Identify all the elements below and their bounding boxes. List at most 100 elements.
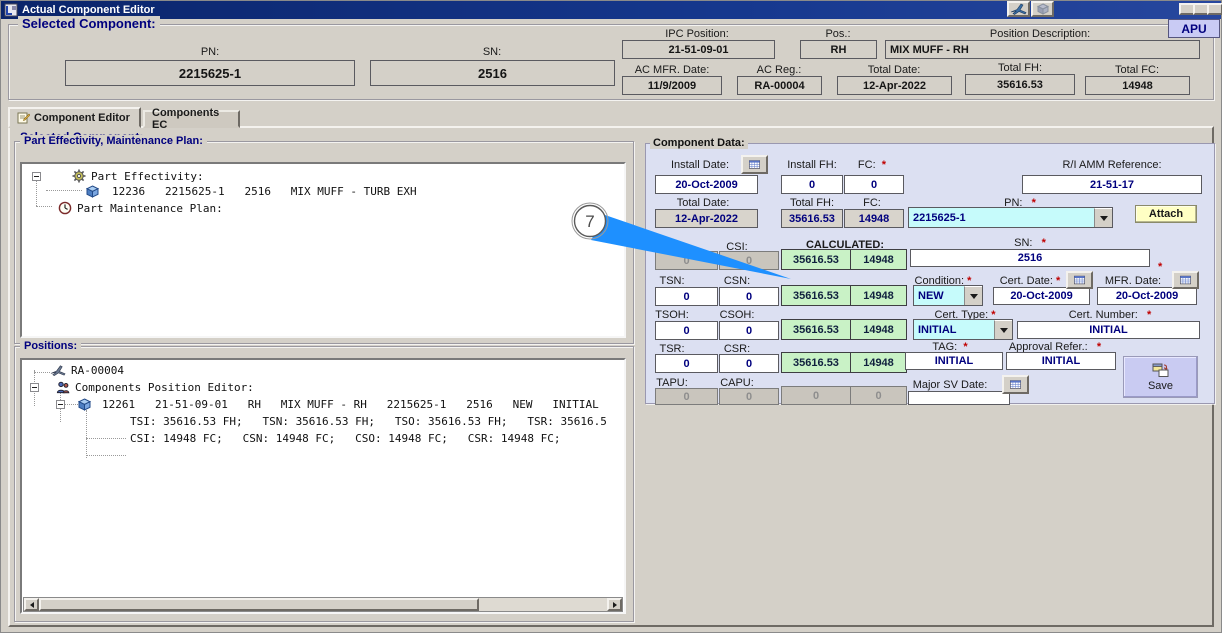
tree-node-maintenance-plan[interactable]: Part Maintenance Plan: [58, 201, 223, 215]
cd-total-fc-label: FC: [863, 197, 881, 209]
tree-node-label: CSI: 14948 FC; CSN: 14948 FC; CSO: 14948… [130, 432, 561, 445]
calendar-icon[interactable] [741, 155, 768, 174]
tag-input[interactable]: INITIAL [905, 352, 1003, 370]
tree-node-part-effectivity[interactable]: Part Effectivity: [32, 169, 204, 183]
install-date-input[interactable]: 20-Oct-2009 [655, 175, 758, 194]
capu-value: 0 [719, 388, 779, 405]
positions-horizontal-scrollbar[interactable] [23, 597, 623, 612]
collapse-icon[interactable] [32, 171, 41, 181]
total-fh-value: 35616.53 [965, 74, 1075, 95]
tsoh-input[interactable]: 0 [655, 321, 718, 340]
apu-badge[interactable]: APU [1168, 19, 1220, 38]
cert-number-input[interactable]: INITIAL [1017, 321, 1200, 339]
save-icon [1152, 363, 1170, 378]
attach-button[interactable]: Attach [1135, 205, 1197, 223]
condition-combo[interactable]: NEW [913, 285, 983, 306]
ipc-position-label: IPC Position: [665, 28, 729, 40]
total-fh-label: Total FH: [997, 62, 1043, 74]
cd-sn-label: SN: * [1014, 237, 1046, 249]
tsn-input[interactable]: 0 [655, 287, 718, 306]
collapse-icon[interactable] [56, 400, 65, 409]
calendar-icon[interactable] [1002, 375, 1029, 394]
install-fc-label: FC: * [857, 159, 887, 171]
pn-combo[interactable]: 2215625-1 [908, 207, 1113, 228]
csn-input[interactable]: 0 [719, 287, 779, 306]
cert-number-label: Cert. Number: * [1068, 309, 1152, 321]
tree-node-position-editor[interactable]: Components Position Editor: [30, 381, 254, 394]
install-fc-input[interactable]: 0 [844, 175, 904, 194]
tree-node-aircraft[interactable]: RA-00004 [50, 364, 124, 377]
component-box-icon[interactable] [1031, 1, 1054, 17]
pn-value: 2215625-1 [65, 60, 355, 86]
tab-label: Component Editor [34, 111, 130, 124]
calendar-icon[interactable] [1066, 271, 1093, 289]
tree-node-part-item[interactable]: 12236 2215625-1 2516 MIX MUFF - TURB EXH [86, 185, 417, 198]
chevron-down-icon[interactable] [1094, 208, 1112, 227]
ipc-position-value: 21-51-09-01 [622, 40, 775, 59]
cube-icon [86, 185, 99, 198]
cert-date-label: Cert. Date: * [999, 275, 1061, 287]
cert-date-input[interactable]: 20-Oct-2009 [993, 287, 1090, 305]
install-fh-label: Install FH: [787, 159, 837, 171]
total-date-label: Total Date: [867, 64, 921, 76]
ac-reg-label: AC Reg.: [756, 64, 802, 76]
cd-total-fh-label: Total FH: [789, 197, 835, 209]
install-fh-input[interactable]: 0 [781, 175, 843, 194]
pos-label: Pos.: [825, 28, 851, 40]
gear-icon [72, 169, 86, 183]
ri-amm-reference-input[interactable]: 21-51-17 [1022, 175, 1202, 194]
scroll-right-icon[interactable] [607, 598, 622, 611]
app-icon [4, 3, 18, 17]
part-plan-tree: Part Effectivity: 12236 2215625-1 2516 M… [20, 162, 626, 338]
tree-node-label: 12236 2215625-1 2516 MIX MUFF - TURB EXH [112, 185, 417, 198]
part-plan-group-title: Part Effectivity, Maintenance Plan: [20, 135, 207, 147]
pos-value: RH [800, 40, 877, 59]
position-description-value: MIX MUFF - RH [885, 40, 1200, 59]
csoh-input[interactable]: 0 [719, 321, 779, 340]
scroll-left-icon[interactable] [24, 598, 39, 611]
chevron-down-icon[interactable] [964, 286, 982, 305]
total-date-value: 12-Apr-2022 [837, 76, 952, 95]
window-title: Actual Component Editor [22, 4, 155, 16]
major-sv-date-label: Major SV Date: [912, 379, 988, 391]
positions-tree: RA-00004 Components Position Editor: 122… [20, 358, 626, 614]
major-sv-date-input[interactable] [908, 391, 1010, 405]
mfr-date-input[interactable]: 20-Oct-2009 [1097, 287, 1197, 305]
install-date-label: Install Date: [670, 159, 730, 171]
csr-input[interactable]: 0 [719, 354, 779, 373]
collapse-icon[interactable] [30, 383, 39, 392]
component-data-title: Component Data: [650, 137, 748, 149]
tree-node-label: Part Effectivity: [91, 169, 204, 183]
tab-component-editor[interactable]: Component Editor [8, 107, 141, 128]
edit-note-icon [17, 111, 30, 124]
sn-value: 2516 [370, 60, 615, 86]
pn-label: PN: [200, 46, 220, 58]
cert-type-combo[interactable]: INITIAL [913, 319, 1013, 340]
save-button[interactable]: Save [1123, 356, 1198, 398]
csoh-label: CSOH: [719, 309, 755, 321]
tsi-value: 0 [655, 251, 718, 270]
cd-sn-input[interactable]: 2516 [910, 249, 1150, 267]
positions-group-title: Positions: [20, 340, 82, 352]
tree-node-times-fc[interactable]: CSI: 14948 FC; CSN: 14948 FC; CSO: 14948… [130, 432, 560, 445]
tsr-input[interactable]: 0 [655, 354, 718, 373]
tree-node-label: TSI: 35616.53 FH; TSN: 35616.53 FH; TSO:… [130, 415, 607, 428]
cd-total-fc-value: 14948 [844, 209, 904, 228]
close-icon[interactable] [1207, 3, 1222, 15]
mfr-date-label: MFR. Date: [1104, 275, 1162, 287]
tab-components-ec[interactable]: Components EC [143, 107, 240, 131]
tree-node-times-fh[interactable]: TSI: 35616.53 FH; TSN: 35616.53 FH; TSO:… [130, 415, 607, 428]
scrollbar-thumb[interactable] [39, 598, 479, 611]
tsn-label: TSN: [659, 275, 685, 287]
tapu-value: 0 [655, 388, 718, 405]
tree-node-component-position[interactable]: 12261 21-51-09-01 RH MIX MUFF - RH 22156… [56, 398, 599, 411]
ri-amm-reference-label: R/I AMM Reference: [1062, 159, 1162, 171]
tree-node-label: Components Position Editor: [75, 381, 254, 394]
total-fc-value: 14948 [1085, 76, 1190, 95]
sn-label: SN: [482, 46, 502, 58]
calendar-icon[interactable] [1172, 271, 1199, 289]
approval-refer-input[interactable]: INITIAL [1006, 352, 1116, 370]
chevron-down-icon[interactable] [994, 320, 1012, 339]
csi-value: 0 [719, 251, 779, 270]
airplane-icon[interactable] [1007, 1, 1030, 17]
